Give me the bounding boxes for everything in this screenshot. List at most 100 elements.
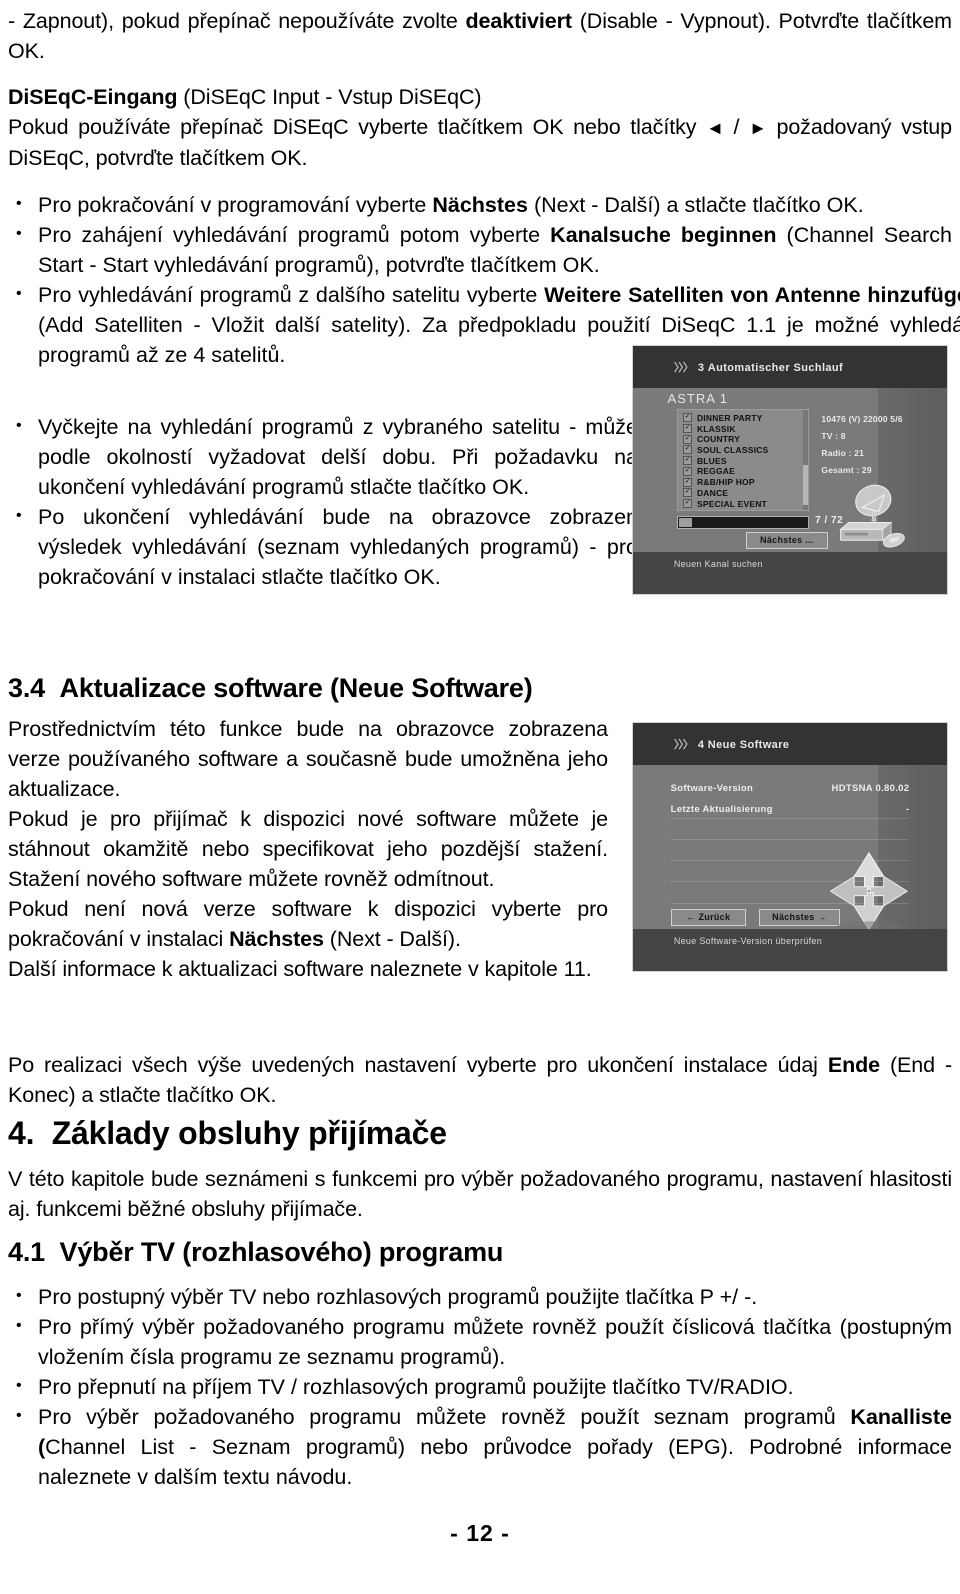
diseqc-heading-rest: (DiSEqC Input - Vstup DiSEqC)	[177, 85, 482, 109]
channel-name: R&B/HIP HOP	[696, 477, 755, 488]
list-item[interactable]: ✓ BLUES	[678, 455, 808, 466]
next-button[interactable]: Nächstes ...	[746, 532, 828, 549]
checkbox-icon[interactable]: ✓	[682, 445, 692, 455]
heading-4-1: 4.1 Výběr TV (rozhlasového) programu	[8, 1236, 952, 1268]
list-item[interactable]: ✓ DANCE	[678, 487, 808, 498]
bullet-keyword: Kanalsuche beginnen	[550, 223, 777, 247]
osd-body: ASTRA 1 ✓ DINNER PARTY ✓ KLASSIK ✓ COUNT…	[633, 388, 947, 552]
tv-count: TV : 8	[821, 431, 846, 442]
paragraph-3-4-4: Další informace k aktualizaci software n…	[8, 954, 608, 984]
list-item[interactable]: ✓ KLASSIK	[678, 423, 808, 434]
total-count: Gesamt : 29	[821, 465, 872, 476]
bullet-list-4-1: Pro postupný výběr TV nebo rozhlasových …	[8, 1281, 952, 1492]
software-info-rows: Software-Version HDTSNA 0.80.02 Letzte A…	[671, 778, 910, 820]
osd-footer-text: Neuen Kanal suchen	[673, 559, 763, 570]
scrollbar-thumb[interactable]	[802, 465, 808, 505]
bullet-list-scan: Pro pokračování v programování vyberte N…	[8, 189, 960, 370]
bullet-post: (Next - Další) a stlačte tlačítko OK.	[527, 193, 864, 217]
channel-name: KLASSIK	[696, 423, 736, 434]
bullet-pre: Pro zahájení vyhledávání programů potom …	[38, 223, 551, 247]
list-item[interactable]: ✓ REGGAE	[678, 466, 808, 477]
bullet-keyword: Nächstes	[432, 193, 528, 217]
osd-title: 〉〉〉 3 Automatischer Suchlauf	[674, 359, 843, 375]
list-item: Po ukončení vyhledávání bude na obrazovc…	[8, 501, 638, 592]
checkbox-icon[interactable]: ✓	[682, 499, 692, 509]
list-item[interactable]: ✓ R&B/HIP HOP	[678, 477, 808, 488]
back-button[interactable]: ← Zurück	[670, 909, 747, 926]
osd-screenshot-new-software: 〉〉〉 4 Neue Software Software-Version HDTS…	[632, 722, 948, 972]
scrollbar[interactable]	[802, 410, 808, 510]
checkbox-icon[interactable]: ✓	[682, 424, 692, 433]
chevrons-icon: 〉〉〉	[673, 739, 694, 752]
channel-name: SOUL CLASSICS	[696, 444, 769, 455]
osd-title-text: 4 Neue Software	[697, 739, 790, 752]
divider	[670, 817, 910, 819]
checkbox-icon[interactable]: ✓	[682, 477, 692, 487]
heading-number: 4.1	[8, 1237, 45, 1267]
checkbox-icon[interactable]: ✓	[682, 488, 692, 498]
osd-titlebar: 〉〉〉 4 Neue Software	[633, 723, 947, 766]
row-value: HDTSNA 0.80.02	[831, 783, 910, 795]
osd-footer: Neuen Kanal suchen	[633, 551, 947, 594]
list-item[interactable]: ✓ SOUL CLASSICS	[678, 445, 808, 456]
channel-name: SPECIAL EVENT	[696, 498, 767, 509]
heading-text: Základy obsluhy přijímače	[51, 1115, 447, 1151]
bullet-pre: Pro přímý výběr požadovaného programu mů…	[38, 1315, 952, 1369]
scan-progress-fill	[678, 517, 692, 527]
paragraph-3-4-2: Pokud je pro přijímač k dispozici nové s…	[8, 804, 608, 894]
four-arrows-logo-icon	[829, 851, 908, 932]
osd-body: Software-Version HDTSNA 0.80.02 Letzte A…	[633, 765, 947, 932]
list-item[interactable]: ✓ COUNTRY	[678, 434, 808, 445]
chevrons-icon: 〉〉〉	[673, 362, 694, 375]
checkbox-icon[interactable]: ✓	[682, 456, 692, 466]
list-item: Pro přímý výběr požadovaného programu mů…	[8, 1311, 952, 1372]
heading-number: 4.	[8, 1115, 35, 1151]
keyword-naechstes: Nächstes	[229, 927, 324, 951]
paragraph-text-pre: Po realizaci všech výše uvedených nastav…	[8, 1053, 828, 1077]
list-item: Vyčkejte na vyhledání programů z vybrané…	[8, 411, 638, 502]
paragraph-disable-switch: - Zapnout), pokud přepínač nepoužíváte z…	[8, 6, 952, 66]
channel-name: BLUES	[696, 455, 727, 466]
transponder-info: 10476 (V) 22000 5/6 TV : 8 Radio : 21 Ge…	[821, 411, 902, 479]
checkbox-icon[interactable]: ✓	[682, 466, 692, 476]
paragraph-install-end: Po realizaci všech výše uvedených nastav…	[8, 1050, 952, 1110]
table-row[interactable]: Software-Version HDTSNA 0.80.02	[671, 778, 910, 799]
list-item: Pro výběr požadovaného programu můžete r…	[8, 1401, 952, 1492]
bullet-pre: Pro pokračování v programování vyberte	[38, 193, 433, 217]
page-number: - 12 -	[450, 1520, 510, 1546]
paragraph-text: V této kapitole bude seznámeni s funkcem…	[8, 1167, 952, 1221]
paragraph-3-4-1: Prostřednictvím této funkce bude na obra…	[8, 714, 608, 804]
paragraph-3-4-3: Pokud není nová verze software k dispozi…	[8, 894, 608, 954]
channel-name: REGGAE	[696, 466, 735, 477]
bullet-pre: Pro přepnutí na příjem TV / rozhlasových…	[38, 1375, 794, 1399]
manual-page: - Zapnout), pokud přepínač nepoužíváte z…	[0, 0, 960, 1594]
arrow-right-icon: ►	[749, 118, 767, 138]
channel-list[interactable]: ✓ DINNER PARTY ✓ KLASSIK ✓ COUNTRY ✓ SOU…	[676, 409, 809, 511]
channel-name: DINNER PARTY	[696, 412, 763, 423]
osd-screenshot-auto-search: 〉〉〉 3 Automatischer Suchlauf ASTRA 1 ✓ DI…	[632, 345, 948, 595]
list-item[interactable]: ✓ DINNER PARTY	[678, 412, 808, 423]
list-item: Pro zahájení vyhledávání programů potom …	[8, 219, 952, 280]
list-item: Pro přepnutí na příjem TV / rozhlasových…	[8, 1371, 952, 1402]
transponder-value: 10476 (V) 22000 5/6	[821, 414, 903, 425]
osd-footer: Neue Software-Version überprüfen	[633, 928, 947, 971]
heading-number: 3.4	[8, 673, 45, 703]
paragraph-4-intro: V této kapitole bude seznámeni s funkcem…	[8, 1164, 952, 1224]
divider	[670, 838, 910, 840]
bullet-pre: Pro vyhledávání programů z dalšího satel…	[38, 283, 545, 307]
keyword-ende: Ende	[827, 1053, 880, 1077]
channel-name: DANCE	[696, 487, 729, 498]
paragraph-text-post: (Next - Další).	[323, 927, 461, 951]
heading-4: 4. Základy obsluhy přijímače	[8, 1114, 952, 1152]
list-item[interactable]: ✓ SPECIAL EVENT	[678, 498, 808, 509]
list-item: Pro postupný výběr TV nebo rozhlasových …	[8, 1281, 952, 1312]
checkbox-icon[interactable]: ✓	[682, 434, 692, 444]
channel-name: COUNTRY	[696, 434, 741, 445]
radio-count: Radio : 21	[821, 448, 865, 459]
list-item: Pro pokračování v programování vyberte N…	[8, 189, 952, 220]
scan-progress-label: 7 / 72	[815, 515, 844, 526]
arrow-separator: /	[723, 115, 750, 139]
checkbox-icon[interactable]: ✓	[682, 413, 692, 423]
scan-progress-bar	[676, 515, 809, 529]
paragraph-text: Pokud je pro přijímač k dispozici nové s…	[8, 807, 608, 891]
